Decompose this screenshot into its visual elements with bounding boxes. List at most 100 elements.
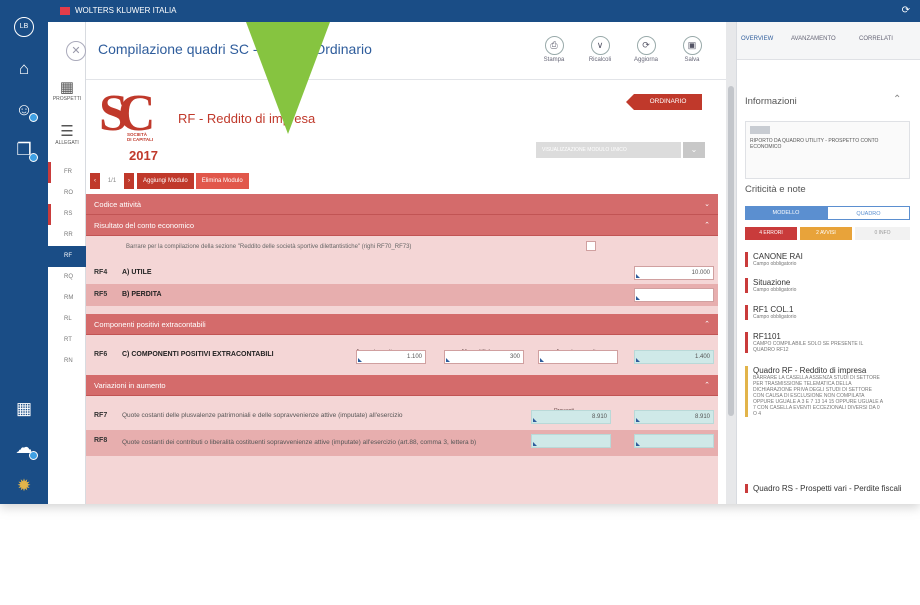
collapse-chevron-icon[interactable]: ⌃ — [893, 94, 901, 105]
settings-icon[interactable]: ✹ — [10, 472, 38, 500]
rf8-total — [634, 434, 714, 448]
rf6-total: 1.400 — [634, 350, 714, 364]
info-text: RIPORTO DA QUADRO UTILITY - PROSPETTO CO… — [750, 138, 879, 150]
tab-avanzamento[interactable]: AVANZAMENTO — [791, 36, 836, 42]
nav-item-rm[interactable]: RM — [48, 288, 86, 309]
section-variazioni[interactable]: Variazioni in aumento ⌃ — [86, 375, 718, 396]
home-icon[interactable]: ⌂ — [10, 55, 38, 83]
segment-quadro[interactable]: QUADRO — [827, 206, 910, 220]
list-item[interactable]: CANONE RAI Campo obbligatorio — [745, 252, 910, 267]
nav-item-rf[interactable]: RF — [48, 246, 86, 267]
brand-logo-icon — [60, 6, 70, 15]
app-window: LB ⌂ ☺ ❐ ▦ ☁ ✹ WOLTERS KLUWER ITALIA ⟳ ▦… — [0, 0, 920, 504]
nav-item-rs[interactable]: RS — [48, 204, 86, 225]
prospetti-nav[interactable]: ▦ PROSPETTI — [48, 78, 86, 102]
delete-module-button[interactable]: Elimina Modulo — [195, 173, 249, 189]
perdita-input[interactable] — [634, 288, 714, 302]
nav-item-rn[interactable]: RN — [48, 351, 86, 372]
logo-sub2: DI CAPITALI — [127, 137, 154, 142]
section-title: Componenti positivi extracontabili — [94, 320, 206, 329]
menu-icon: ☰ — [60, 123, 74, 140]
close-button[interactable]: ✕ — [66, 41, 86, 61]
nav-item-fr[interactable]: FR — [48, 162, 86, 183]
row-code: RF7 — [94, 412, 108, 419]
crit-sub: CAMPO COMPILABILE SOLO SE PRESENTE IL QU… — [753, 341, 864, 353]
prev-page-button[interactable]: ‹ — [90, 173, 100, 189]
segment-modello[interactable]: MODELLO — [745, 206, 827, 220]
nav-item-ro[interactable]: RO — [48, 183, 86, 204]
row-label: A) UTILE — [122, 269, 152, 276]
view-select[interactable]: VISUALIZZAZIONE MODULO UNICO — [536, 142, 681, 158]
table-row: RF8 Quote costanti dei contributi o libe… — [86, 430, 718, 456]
list-item[interactable]: Situazione Campo obbligatorio — [745, 278, 910, 293]
section-codice-attivita[interactable]: Codice attività ⌄ — [86, 194, 718, 215]
ammortamenti-input[interactable]: 1.100 — [356, 350, 426, 364]
stage: LB ⌂ ☺ ❐ ▦ ☁ ✹ WOLTERS KLUWER ITALIA ⟳ ▦… — [0, 0, 920, 605]
quadri-list: FR RO RS RR RF RQ RM RL RT RN — [48, 162, 86, 372]
cloud-icon[interactable]: ☁ — [10, 434, 38, 462]
sync-icon[interactable]: ⟳ — [902, 0, 910, 22]
form-body: Codice attività ⌄ Risultato del conto eco… — [86, 194, 718, 504]
crit-title: RF1101 — [753, 332, 781, 341]
chevron-up-icon: ⌃ — [704, 321, 710, 328]
update-label: Aggiorna — [633, 57, 659, 63]
print-button[interactable]: ⎙ Stampa — [534, 36, 574, 63]
scrollbar-thumb[interactable] — [728, 86, 734, 416]
table-row: Ammortamenti Altre rettifiche Accantonam… — [86, 335, 718, 369]
next-page-button[interactable]: › — [124, 173, 134, 189]
list-item[interactable]: Quadro RF - Reddito di impresa BARRARE LA… — [745, 366, 910, 417]
allegati-nav[interactable]: ☰ ALLEGATI — [48, 122, 86, 146]
table-row: Proventi RF7 Quote costanti delle plusva… — [86, 396, 718, 430]
chevron-down-icon[interactable]: ⌄ — [683, 142, 705, 158]
update-icon: ⟳ — [636, 36, 656, 55]
grid-icon: ▦ — [59, 79, 75, 96]
people-icon[interactable]: ☺ — [10, 96, 38, 124]
warnings-badge[interactable]: 2 AVVISI — [800, 227, 852, 240]
tab-correlati[interactable]: CORRELATI — [859, 36, 893, 42]
errors-badge[interactable]: 4 ERRORI — [745, 227, 797, 240]
accantonamenti-input[interactable] — [538, 350, 618, 364]
list-item[interactable]: RF1 COL.1 Campo obbligatorio — [745, 305, 910, 320]
chevron-down-icon: ⌄ — [704, 201, 710, 208]
nav-item-rr[interactable]: RR — [48, 225, 86, 246]
list-item[interactable]: RF1101 CAMPO COMPILABILE SOLO SE PRESENTE… — [745, 332, 910, 353]
checkbox-row: Barrare per la compilazione della sezion… — [86, 236, 718, 262]
apps-grid-icon[interactable]: ▦ — [10, 395, 38, 423]
nav-item-rt[interactable]: RT — [48, 330, 86, 351]
main-panel: ✕ Compilazione quadri SC - Modello Ordin… — [66, 22, 726, 504]
row-label: Quote costanti dei contributi o liberali… — [122, 439, 477, 446]
section-risultato[interactable]: Risultato del conto economico ⌃ — [86, 215, 718, 236]
print-label: Stampa — [543, 57, 565, 63]
update-button[interactable]: ⟳ Aggiorna — [626, 36, 666, 63]
rf7-proventi[interactable]: 8.910 — [531, 410, 611, 424]
altre-rettifiche-input[interactable]: 300 — [444, 350, 524, 364]
crit-sub: Campo obbligatorio — [753, 287, 797, 293]
save-icon: ▣ — [682, 36, 702, 55]
row-code: RF5 — [94, 291, 108, 298]
add-module-button[interactable]: Aggiungi Modulo — [137, 173, 194, 189]
checkbox-label: Barrare per la compilazione della sezion… — [126, 244, 412, 250]
rf8-proventi[interactable] — [531, 434, 611, 448]
crit-title: Quadro RF - Reddito di impresa — [753, 366, 867, 375]
list-item[interactable]: Quadro RS - Prospetti vari - Perdite fis… — [745, 484, 910, 493]
documents-icon[interactable]: ❐ — [10, 136, 38, 164]
sport-checkbox[interactable] — [586, 241, 596, 251]
recalc-button[interactable]: ∨ Ricalcoli — [580, 36, 620, 63]
utile-input[interactable]: 10.000 — [634, 266, 714, 280]
user-avatar[interactable]: LB — [14, 17, 34, 37]
row-label: C) COMPONENTI POSITIVI EXTRACONTABILI — [122, 351, 274, 358]
info-badge[interactable]: 0 INFO — [855, 227, 910, 240]
section-componenti[interactable]: Componenti positivi extracontabili ⌃ — [86, 314, 718, 335]
section-title: Codice attività — [94, 200, 142, 209]
prospetti-label: PROSPETTI — [52, 96, 82, 102]
save-button[interactable]: ▣ Salva — [672, 36, 712, 63]
crit-title: Situazione — [753, 278, 791, 287]
top-bar: WOLTERS KLUWER ITALIA ⟳ — [48, 0, 920, 22]
table-row: RF5 B) PERDITA — [86, 284, 718, 306]
tab-overview[interactable]: OVERVIEW — [741, 36, 773, 42]
nav-item-rl[interactable]: RL — [48, 309, 86, 330]
nav-item-rq[interactable]: RQ — [48, 267, 86, 288]
crit-sub: Campo obbligatorio — [753, 261, 797, 267]
left-rail: LB ⌂ ☺ ❐ ▦ ☁ ✹ — [0, 0, 48, 504]
